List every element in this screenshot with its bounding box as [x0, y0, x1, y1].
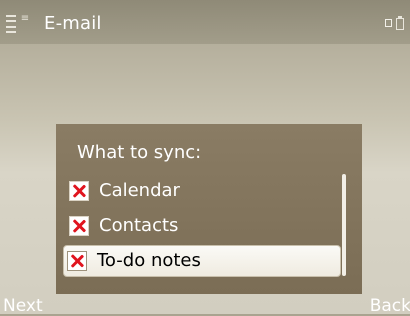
list-item-todo-notes[interactable]: To-do notes: [63, 245, 341, 277]
list-item-label: Calendar: [99, 180, 180, 201]
signal-icon: [6, 15, 16, 33]
network-icon: ≡: [20, 13, 30, 24]
checkbox-checked-icon[interactable]: [69, 216, 89, 236]
checkbox-checked-icon[interactable]: [67, 251, 87, 271]
checkbox-checked-icon[interactable]: [69, 181, 89, 201]
list-item-label: Contacts: [99, 215, 179, 236]
status-indicator-icon: [385, 19, 392, 27]
sync-dialog: What to sync: Calendar Contacts To-do no…: [56, 124, 362, 294]
list-item-label: To-do notes: [97, 250, 201, 271]
list-item-calendar[interactable]: Calendar: [66, 176, 339, 206]
softkey-next[interactable]: Next: [3, 296, 43, 316]
app-title: E-mail: [44, 13, 102, 34]
dialog-title: What to sync:: [77, 142, 202, 163]
softkey-back[interactable]: Back: [370, 296, 410, 316]
title-bar: ≡ E-mail: [0, 0, 410, 44]
list-item-contacts[interactable]: Contacts: [66, 211, 339, 241]
battery-icon: [396, 16, 404, 30]
scrollbar[interactable]: [342, 174, 346, 276]
